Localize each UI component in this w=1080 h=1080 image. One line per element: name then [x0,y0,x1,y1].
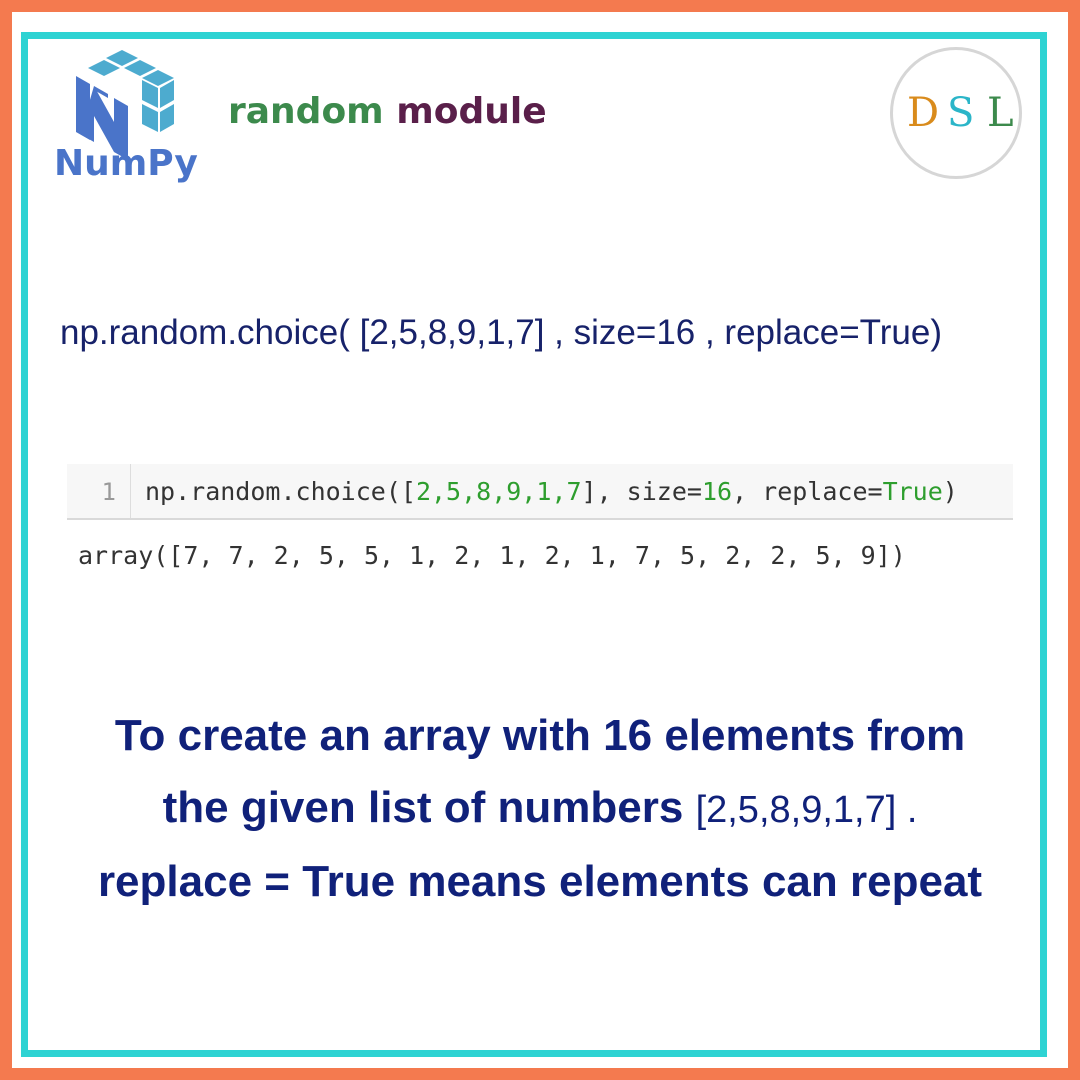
badge-letter-s: S [947,90,975,136]
line-number: 1 [67,464,131,518]
code-size: 16 [701,477,733,506]
description-line-2-list: [2,5,8,9,1,7] . [695,789,918,831]
description: To create an array with 16 elements from… [40,700,1040,918]
description-line-3: replace = True means elements can repeat [97,857,983,906]
page-title: random module [228,91,547,132]
badge-letter-d: D [907,90,940,136]
code-bool: True [882,477,943,506]
code-mid: ], size= [581,477,702,506]
code-prefix: np.random.choice([ [145,477,416,506]
code-cell: 1 np.random.choice([2,5,8,9,1,7], size=1… [67,464,1013,520]
description-line-2-bold: the given list of numbers [162,783,696,832]
code-output: array([7, 7, 2, 5, 5, 1, 2, 1, 2, 1, 7, … [78,541,906,570]
title-word-random: random [228,91,384,132]
numpy-logo-text: NumPy [54,143,198,184]
description-line-1: To create an array with 16 elements from [114,711,966,760]
badge-letter-l: L [987,90,1014,136]
code-mid2: , replace= [732,477,883,506]
dsl-badge: D S L [890,47,1022,179]
code-line: np.random.choice([2,5,8,9,1,7], size=16,… [145,464,958,520]
title-word-module: module [396,91,547,132]
function-signature: np.random.choice( [2,5,8,9,1,7] , size=1… [60,313,942,352]
description-line-2: the given list of numbers [2,5,8,9,1,7] … [40,772,1040,846]
code-list: 2,5,8,9,1,7 [415,477,582,506]
code-suffix: ) [942,477,958,506]
